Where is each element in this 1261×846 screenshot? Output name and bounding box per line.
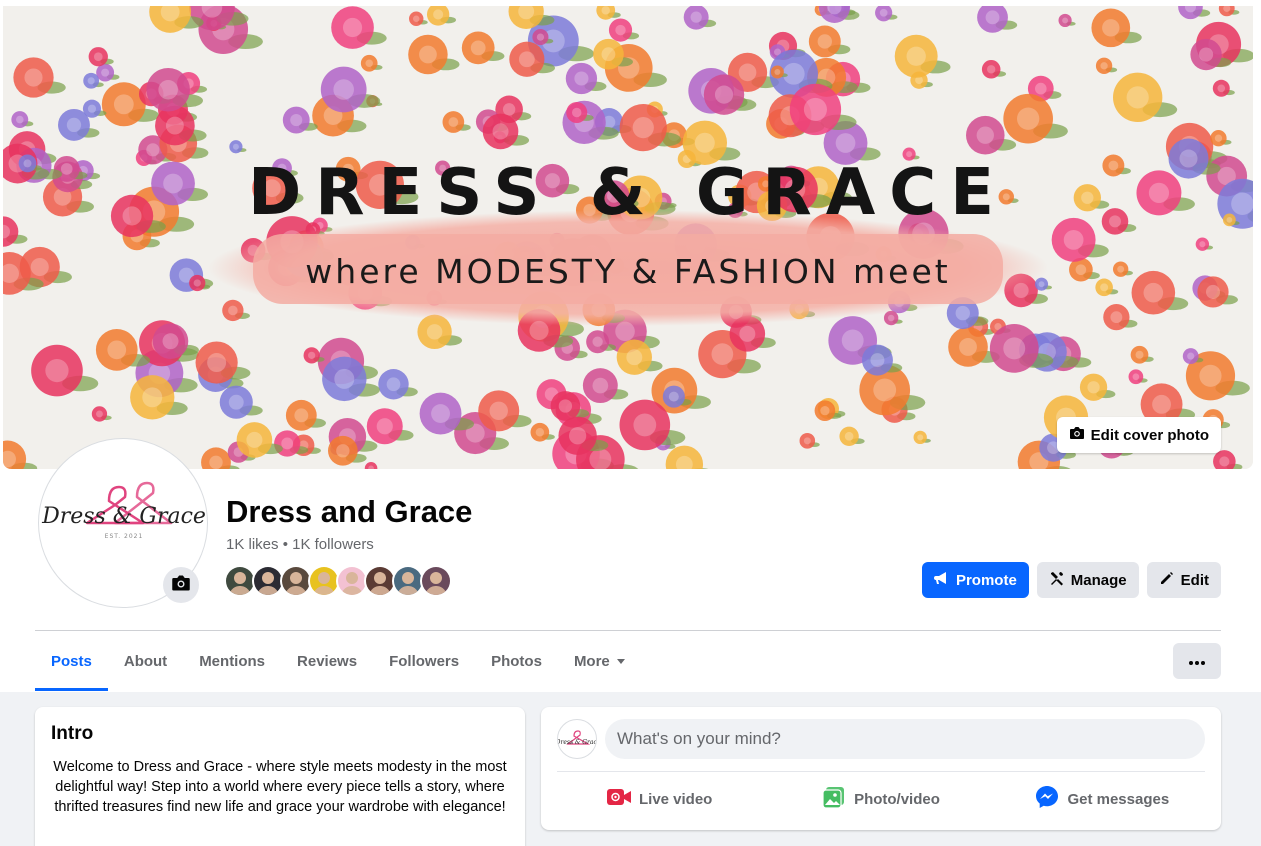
ellipsis-icon: [1189, 652, 1205, 670]
edit-cover-photo-label: Edit cover photo: [1090, 426, 1209, 444]
cover-title: DRESS & GRACE: [248, 156, 1008, 230]
post-composer: Dress & Grace What's on your mind? Live …: [541, 707, 1221, 830]
manage-button[interactable]: Manage: [1036, 562, 1139, 598]
edit-cover-photo-button[interactable]: Edit cover photo: [1056, 417, 1221, 453]
update-profile-picture-button[interactable]: [163, 567, 199, 603]
tab-label: Posts: [51, 652, 92, 670]
tab-reviews[interactable]: Reviews: [281, 631, 373, 691]
follower-avatar-list[interactable]: [224, 565, 452, 597]
messenger-icon: [1035, 785, 1059, 813]
brand-logo-est: EST. 2021: [105, 533, 144, 540]
photo-icon: [822, 785, 846, 813]
intro-bio: Welcome to Dress and Grace - where style…: [53, 759, 507, 815]
megaphone-icon: [933, 570, 950, 590]
page-header-area: DRESS & GRACE where MODESTY & FASHION me…: [0, 0, 1261, 692]
composer-divider: [557, 771, 1205, 772]
photo-video-label: Photo/video: [854, 790, 940, 808]
tab-label: Photos: [491, 652, 542, 670]
composer-input[interactable]: What's on your mind?: [605, 719, 1205, 759]
tab-more[interactable]: More: [558, 631, 642, 691]
caret-down-icon: [616, 653, 626, 670]
intro-title: Intro: [51, 723, 94, 744]
camera-icon: [1069, 425, 1085, 445]
page-title: Dress and Grace: [226, 494, 473, 529]
tab-about[interactable]: About: [108, 631, 183, 691]
tab-label: Reviews: [297, 652, 358, 670]
promote-label: Promote: [955, 571, 1017, 589]
get-messages-label: Get messages: [1067, 790, 1170, 808]
likes-followers-count[interactable]: 1K likes • 1K followers: [226, 536, 374, 553]
live-video-label: Live video: [638, 790, 713, 808]
tab-followers[interactable]: Followers: [373, 631, 475, 691]
manage-label: Manage: [1070, 571, 1127, 589]
page-tabs: Posts About Mentions Reviews Followers P…: [35, 631, 642, 691]
composer-avatar[interactable]: Dress & Grace: [557, 719, 597, 759]
follower-avatar[interactable]: [420, 565, 452, 597]
photo-video-button[interactable]: Photo/video: [770, 779, 991, 819]
camera-icon: [171, 573, 191, 598]
edit-button[interactable]: Edit: [1146, 562, 1221, 598]
tab-label: Followers: [389, 652, 460, 670]
tab-mentions[interactable]: Mentions: [183, 631, 281, 691]
page-actions: Promote Manage Edit: [921, 562, 1221, 598]
cover-subtitle: where MODESTY & FASHION meet: [305, 252, 951, 291]
tab-posts[interactable]: Posts: [35, 631, 108, 691]
tab-label: About: [123, 652, 168, 670]
floral-pattern: [3, 6, 1253, 469]
tools-icon: [1049, 570, 1065, 590]
live-video-button[interactable]: Live video: [549, 779, 770, 819]
live-video-icon: [606, 788, 631, 810]
brand-logo-small: Dress & Grace: [558, 730, 597, 746]
cover-photo[interactable]: DRESS & GRACE where MODESTY & FASHION me…: [3, 6, 1253, 469]
brand-logo-small-text: Dress & Grace: [558, 739, 597, 746]
tab-photos[interactable]: Photos: [475, 631, 558, 691]
get-messages-button[interactable]: Get messages: [992, 779, 1213, 819]
tab-label: Mentions: [199, 652, 266, 670]
pencil-icon: [1159, 570, 1175, 590]
tab-label: More: [573, 652, 610, 670]
intro-card: Intro Welcome to Dress and Grace - where…: [35, 707, 525, 846]
edit-label: Edit: [1180, 571, 1209, 589]
brand-logo-text: Dress & Grace: [41, 504, 206, 529]
promote-button[interactable]: Promote: [921, 562, 1029, 598]
more-options-button[interactable]: [1173, 643, 1221, 679]
composer-actions: Live video Photo/video Get messages: [549, 779, 1213, 819]
